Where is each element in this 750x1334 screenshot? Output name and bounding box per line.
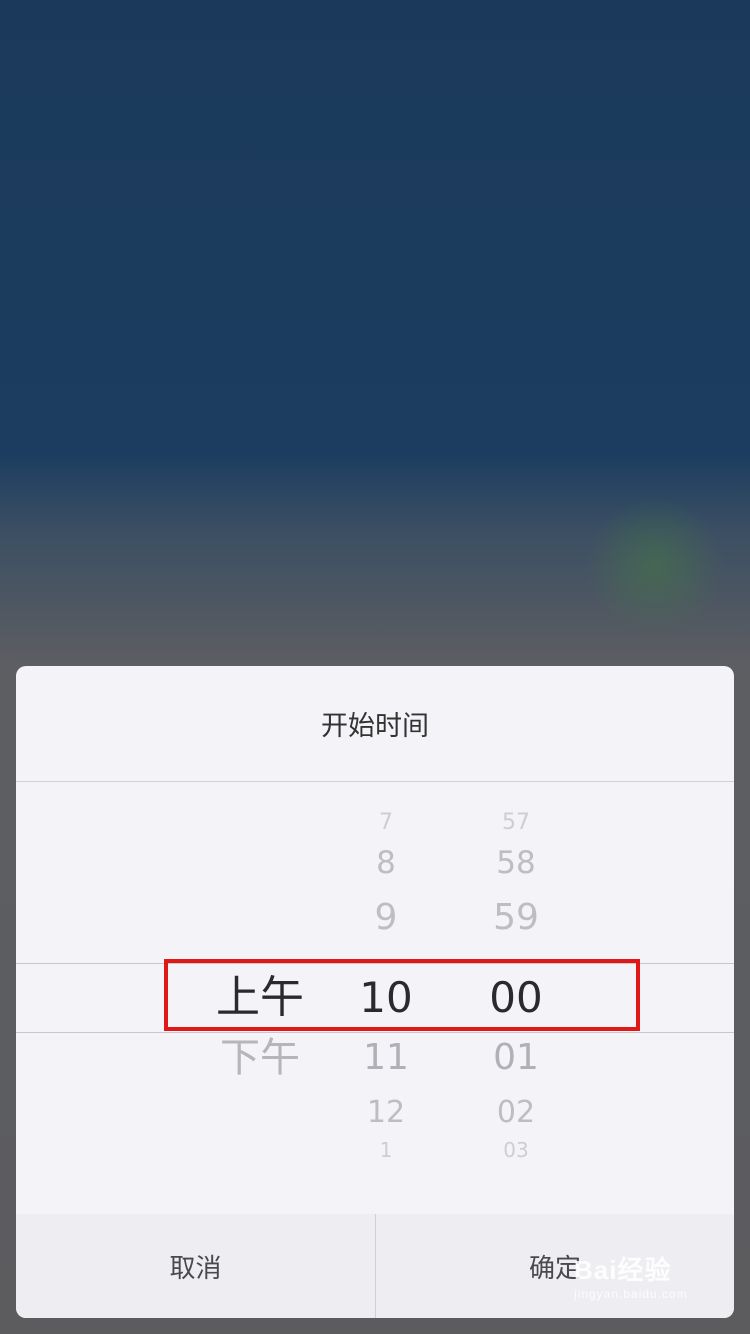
minute-option[interactable]: 58 xyxy=(466,848,566,879)
minute-option[interactable]: 59 xyxy=(466,900,566,936)
minute-option[interactable]: 02 xyxy=(466,1098,566,1128)
hour-option[interactable]: 7 xyxy=(336,812,436,834)
watermark-url: jingyan.baidu.com xyxy=(574,1287,688,1301)
hour-option[interactable]: 12 xyxy=(336,1098,436,1128)
period-option[interactable]: 下午 xyxy=(190,1038,330,1078)
time-picker-dialog: 开始时间 上午 下午 7 8 9 10 11 12 1 57 58 59 00 … xyxy=(16,666,734,1318)
minute-option[interactable]: 01 xyxy=(466,1040,566,1076)
background-blur xyxy=(580,500,730,630)
time-picker[interactable]: 上午 下午 7 8 9 10 11 12 1 57 58 59 00 01 02… xyxy=(16,782,734,1214)
dialog-title: 开始时间 xyxy=(321,711,429,742)
hour-option[interactable]: 9 xyxy=(336,900,436,936)
watermark-logo: Bai经验 xyxy=(574,1255,672,1285)
cancel-button[interactable]: 取消 xyxy=(16,1214,375,1318)
hour-option[interactable]: 8 xyxy=(336,848,436,879)
minute-option[interactable]: 57 xyxy=(466,812,566,834)
minute-option[interactable]: 03 xyxy=(466,1140,566,1160)
selection-highlight-box xyxy=(164,959,640,1031)
hour-option[interactable]: 1 xyxy=(336,1140,436,1160)
watermark: Bai经验 jingyan.baidu.com xyxy=(574,1250,744,1310)
hour-option[interactable]: 11 xyxy=(336,1040,436,1076)
